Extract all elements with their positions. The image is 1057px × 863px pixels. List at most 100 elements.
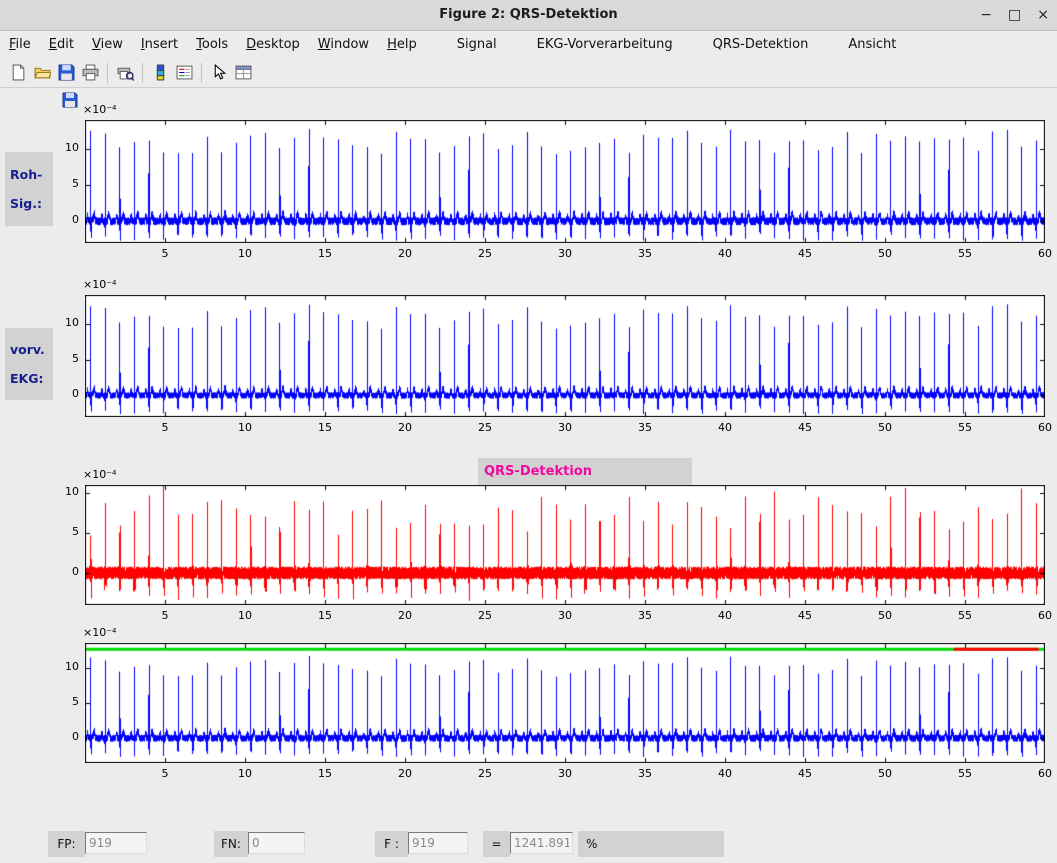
roh-label-line: Roh- [10, 167, 53, 182]
ratio-edit-field[interactable] [510, 832, 573, 854]
menu-item-desktop[interactable]: Desktop [237, 33, 309, 56]
print-icon [82, 64, 99, 81]
menubar: FileEditViewInsertToolsDesktopWindowHelp… [0, 31, 1057, 58]
detektion-overlay-x-tick-label: 5 [147, 767, 183, 780]
menu-item-signal[interactable]: Signal [448, 33, 506, 56]
maximize-button[interactable]: □ [1008, 8, 1021, 22]
vorverarbeitetes-ekg-x-tick-label: 15 [307, 421, 343, 434]
property-editor-button[interactable] [231, 61, 255, 85]
save-icon [58, 64, 75, 81]
vorv-label-line: vorv. [10, 342, 53, 357]
menu-item-ansicht[interactable]: Ansicht [839, 33, 905, 56]
new-document-icon [10, 64, 27, 81]
qrs-detektion-x-tick-label: 40 [707, 609, 743, 622]
vorverarbeitetes-ekg-x-tick-label: 45 [787, 421, 823, 434]
detektion-overlay-x-tick-label: 30 [547, 767, 583, 780]
roh-signal-x-tick-label: 60 [1027, 247, 1057, 260]
menu-item-file[interactable]: File [0, 33, 40, 56]
roh-signal-x-tick-label: 55 [947, 247, 983, 260]
menu-item-insert[interactable]: Insert [132, 33, 187, 56]
qrs-detektion-x-tick-label: 50 [867, 609, 903, 622]
save-button[interactable] [54, 61, 78, 85]
vorverarbeitetes-ekg-x-tick-label: 60 [1027, 421, 1057, 434]
property-editor-icon [235, 64, 252, 81]
qrs-detektion-x-tick-label: 10 [227, 609, 263, 622]
roh-signal-plot-canvas[interactable] [85, 120, 1045, 243]
detektion-overlay-x-tick-label: 50 [867, 767, 903, 780]
qrs-detektion-x-tick-label: 55 [947, 609, 983, 622]
roh-signal-x-tick-label: 20 [387, 247, 423, 260]
menu-item-help[interactable]: Help [378, 33, 426, 56]
print-button[interactable] [78, 61, 102, 85]
print-preview-button[interactable] [113, 61, 137, 85]
detektion-overlay-x-tick-label: 40 [707, 767, 743, 780]
f-edit-field[interactable] [408, 832, 468, 854]
window-title: Figure 2: QRS-Detektion [0, 0, 1057, 30]
vorverarbeitetes-ekg-x-tick-label: 35 [627, 421, 663, 434]
menu-item-window[interactable]: Window [309, 33, 378, 56]
roh-signal-x-tick-label: 5 [147, 247, 183, 260]
detektion-overlay-plot-canvas[interactable] [85, 643, 1045, 763]
qrs-detektion-y-tick-label: 0 [43, 565, 79, 578]
roh-signal-x-tick-label: 45 [787, 247, 823, 260]
qrs-detektion-title: QRS-Detektion [484, 464, 592, 479]
detektion-overlay-x-tick-label: 60 [1027, 767, 1057, 780]
detektion-overlay-y-exponent-label: ×10⁻⁴ [83, 626, 116, 639]
toolbar-separator [142, 63, 143, 83]
detektion-overlay-x-tick-label: 45 [787, 767, 823, 780]
toolbar-separator [201, 63, 202, 83]
menu-item-edit[interactable]: Edit [40, 33, 83, 56]
vorverarbeitetes-ekg-y-tick-label: 10 [43, 316, 79, 329]
qrs-detektion-axes [85, 485, 1045, 605]
roh-signal-x-tick-label: 10 [227, 247, 263, 260]
pointer-button[interactable] [207, 61, 231, 85]
roh-signal-x-tick-label: 35 [627, 247, 663, 260]
detektion-overlay-x-tick-label: 20 [387, 767, 423, 780]
menu-item-qrs-detektion[interactable]: QRS-Detektion [704, 33, 818, 56]
save-mini-icon[interactable] [61, 92, 79, 108]
qrs-detektion-y-tick-label: 5 [43, 525, 79, 538]
qrs-detektion-x-tick-label: 5 [147, 609, 183, 622]
open-folder-button[interactable] [30, 61, 54, 85]
vorverarbeitetes-ekg-plot-canvas[interactable] [85, 295, 1045, 417]
menu-item-ekg-vorverarbeitung[interactable]: EKG-Vorverarbeitung [528, 33, 682, 56]
colorbar-button[interactable] [148, 61, 172, 85]
fp-edit-field[interactable] [85, 832, 147, 854]
detektion-overlay-x-tick-label: 10 [227, 767, 263, 780]
new-document-button[interactable] [6, 61, 30, 85]
vorverarbeitetes-ekg-x-tick-label: 30 [547, 421, 583, 434]
vorverarbeitetes-ekg-x-tick-label: 50 [867, 421, 903, 434]
qrs-detektion-x-tick-label: 60 [1027, 609, 1057, 622]
vorverarbeitetes-ekg-x-tick-label: 55 [947, 421, 983, 434]
titlebar: Figure 2: QRS-Detektion − □ × [0, 0, 1057, 31]
detektion-overlay-x-tick-label: 25 [467, 767, 503, 780]
detektion-overlay-x-tick-label: 35 [627, 767, 663, 780]
menu-item-tools[interactable]: Tools [187, 33, 237, 56]
detektion-overlay-y-tick-label: 5 [43, 695, 79, 708]
figure-window: Figure 2: QRS-Detektion − □ × FileEditVi… [0, 0, 1057, 863]
ekg-label-line: EKG: [10, 371, 53, 386]
f-label: F : [375, 831, 408, 857]
detektion-overlay-x-tick-label: 55 [947, 767, 983, 780]
roh-signal-y-exponent-label: ×10⁻⁴ [83, 103, 116, 116]
close-button[interactable]: × [1037, 8, 1049, 22]
fn-edit-field[interactable] [248, 832, 305, 854]
roh-signal-x-tick-label: 30 [547, 247, 583, 260]
qrs-detektion-x-tick-label: 20 [387, 609, 423, 622]
insert-legend-button[interactable] [172, 61, 196, 85]
qrs-detektion-plot-canvas[interactable] [85, 485, 1045, 605]
print-preview-icon [117, 64, 134, 81]
minimize-button[interactable]: − [980, 8, 992, 22]
roh-signal-x-tick-label: 25 [467, 247, 503, 260]
qrs-detektion-x-tick-label: 15 [307, 609, 343, 622]
vorverarbeitetes-ekg-x-tick-label: 5 [147, 421, 183, 434]
qrs-detektion-y-tick-label: 10 [43, 485, 79, 498]
vorverarbeitetes-ekg-y-exponent-label: ×10⁻⁴ [83, 278, 116, 291]
detektion-overlay-y-tick-label: 0 [43, 730, 79, 743]
toolbar [0, 58, 1057, 88]
menu-item-view[interactable]: View [83, 33, 132, 56]
sig-label-line: Sig.: [10, 196, 53, 211]
qrs-detektion-x-tick-label: 35 [627, 609, 663, 622]
roh-signal-label-box: Roh- Sig.: [5, 152, 53, 226]
qrs-detektion-y-exponent-label: ×10⁻⁴ [83, 468, 116, 481]
